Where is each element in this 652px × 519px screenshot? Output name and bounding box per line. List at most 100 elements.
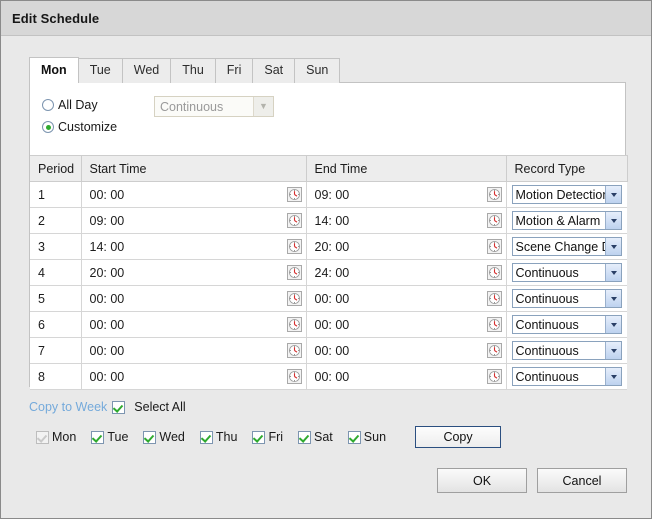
record-type-cell[interactable]: Continuous <box>506 311 627 338</box>
start-time-cell[interactable]: 09: 00 <box>81 207 307 234</box>
cancel-button[interactable]: Cancel <box>537 468 627 493</box>
day-checkbox-tue[interactable] <box>91 430 105 444</box>
chevron-down-icon[interactable] <box>605 316 621 333</box>
end-time-value[interactable]: 09: 00 <box>315 188 487 202</box>
clock-icon[interactable] <box>486 213 502 228</box>
start-time-value[interactable]: 00: 00 <box>90 318 287 332</box>
record-type-select[interactable]: Continuous <box>511 341 622 360</box>
chevron-down-icon[interactable] <box>605 368 621 385</box>
clock-icon[interactable] <box>286 187 302 202</box>
record-type-cell[interactable]: Continuous <box>506 337 627 364</box>
end-time-value[interactable]: 00: 00 <box>315 344 487 358</box>
end-time-cell[interactable]: 09: 00 <box>306 181 507 208</box>
record-type-select[interactable]: Motion Detection <box>511 185 622 204</box>
end-time-cell[interactable]: 00: 00 <box>306 285 507 312</box>
all-day-radio[interactable] <box>42 99 54 111</box>
day-checkbox-sun[interactable] <box>347 430 361 444</box>
ok-button[interactable]: OK <box>437 468 527 493</box>
clock-icon[interactable] <box>286 369 302 384</box>
period-value: 3 <box>38 239 45 254</box>
record-type-cell[interactable]: Scene Change Detection <box>506 233 627 260</box>
chevron-down-icon[interactable] <box>605 342 621 359</box>
all-day-row[interactable]: All Day <box>42 94 617 116</box>
clock-icon[interactable] <box>286 265 302 280</box>
end-time-cell[interactable]: 24: 00 <box>306 259 507 286</box>
chevron-down-icon[interactable] <box>605 264 621 281</box>
start-time-value[interactable]: 14: 00 <box>90 240 287 254</box>
tab-wed[interactable]: Wed <box>121 58 172 83</box>
record-type-cell[interactable]: Motion Detection <box>506 181 627 208</box>
tab-sat[interactable]: Sat <box>252 58 296 83</box>
clock-icon[interactable] <box>486 187 502 202</box>
clock-icon[interactable] <box>286 291 302 306</box>
clock-icon[interactable] <box>486 343 502 358</box>
select-all-label: Select All <box>134 400 186 414</box>
clock-icon[interactable] <box>286 317 302 332</box>
start-time-value[interactable]: 00: 00 <box>90 370 287 384</box>
weekday-checkbox-row: Mon Tue Wed Thu Fri Sat Sun Copy <box>29 426 626 448</box>
start-time-cell[interactable]: 00: 00 <box>81 311 307 338</box>
clock-icon[interactable] <box>286 343 302 358</box>
end-time-cell[interactable]: 00: 00 <box>306 337 507 364</box>
start-time-cell[interactable]: 00: 00 <box>81 285 307 312</box>
customize-radio[interactable] <box>42 121 54 133</box>
start-time-cell[interactable]: 14: 00 <box>81 233 307 260</box>
chevron-down-icon[interactable]: ▼ <box>253 97 273 116</box>
day-checkbox-sat[interactable] <box>298 430 312 444</box>
end-time-cell[interactable]: 14: 00 <box>306 207 507 234</box>
clock-icon[interactable] <box>486 317 502 332</box>
clock-icon[interactable] <box>486 369 502 384</box>
end-time-cell[interactable]: 00: 00 <box>306 311 507 338</box>
start-time-value[interactable]: 00: 00 <box>90 292 287 306</box>
record-type-cell[interactable]: Continuous <box>506 285 627 312</box>
customize-row[interactable]: Customize <box>42 116 617 138</box>
end-time-cell[interactable]: 20: 00 <box>306 233 507 260</box>
record-type-cell[interactable]: Continuous <box>506 259 627 286</box>
chevron-down-icon[interactable] <box>605 238 621 255</box>
end-time-value[interactable]: 00: 00 <box>315 292 487 306</box>
clock-icon[interactable] <box>286 213 302 228</box>
end-time-value[interactable]: 14: 00 <box>315 214 487 228</box>
all-day-record-type-select[interactable]: Continuous ▼ <box>154 96 274 117</box>
start-time-value[interactable]: 09: 00 <box>90 214 287 228</box>
day-label-mon: Mon <box>52 430 77 444</box>
tab-mon[interactable]: Mon <box>29 57 79 83</box>
start-time-cell[interactable]: 00: 00 <box>81 337 307 364</box>
clock-icon[interactable] <box>486 265 502 280</box>
day-checkbox-thu[interactable] <box>199 430 213 444</box>
record-type-select[interactable]: Motion & Alarm <box>511 211 622 230</box>
tab-thu[interactable]: Thu <box>170 58 216 83</box>
day-checkbox-fri[interactable] <box>252 430 266 444</box>
chevron-down-icon[interactable] <box>605 186 621 203</box>
record-type-select[interactable]: Continuous <box>511 289 622 308</box>
select-all-checkbox[interactable] <box>112 400 126 414</box>
clock-icon[interactable] <box>286 239 302 254</box>
record-type-select[interactable]: Continuous <box>511 315 622 334</box>
tab-tue[interactable]: Tue <box>77 58 123 83</box>
copy-button[interactable]: Copy <box>415 426 502 448</box>
start-time-value[interactable]: 20: 00 <box>90 266 287 280</box>
tab-sun[interactable]: Sun <box>294 58 341 83</box>
end-time-value[interactable]: 24: 00 <box>315 266 487 280</box>
chevron-down-icon[interactable] <box>605 212 621 229</box>
day-checkbox-wed[interactable] <box>143 430 157 444</box>
chevron-down-icon[interactable] <box>605 290 621 307</box>
record-type-select[interactable]: Continuous <box>511 263 622 282</box>
record-type-select[interactable]: Continuous <box>511 367 622 386</box>
start-time-cell[interactable]: 00: 00 <box>81 363 307 390</box>
start-time-value[interactable]: 00: 00 <box>90 344 287 358</box>
end-time-value[interactable]: 20: 00 <box>315 240 487 254</box>
start-time-cell[interactable]: 20: 00 <box>81 259 307 286</box>
clock-icon[interactable] <box>486 239 502 254</box>
clock-icon[interactable] <box>486 291 502 306</box>
end-time-value[interactable]: 00: 00 <box>315 370 487 384</box>
start-time-value[interactable]: 00: 00 <box>90 188 287 202</box>
start-time-cell[interactable]: 00: 00 <box>81 181 307 208</box>
record-type-cell[interactable]: Motion & Alarm <box>506 207 627 234</box>
end-time-value[interactable]: 00: 00 <box>315 318 487 332</box>
record-type-select[interactable]: Scene Change Detection <box>511 237 622 256</box>
record-type-cell[interactable]: Continuous <box>506 363 627 390</box>
tab-fri[interactable]: Fri <box>214 58 254 83</box>
end-time-cell[interactable]: 00: 00 <box>306 363 507 390</box>
day-checkbox-item-mon: Mon <box>36 430 76 444</box>
